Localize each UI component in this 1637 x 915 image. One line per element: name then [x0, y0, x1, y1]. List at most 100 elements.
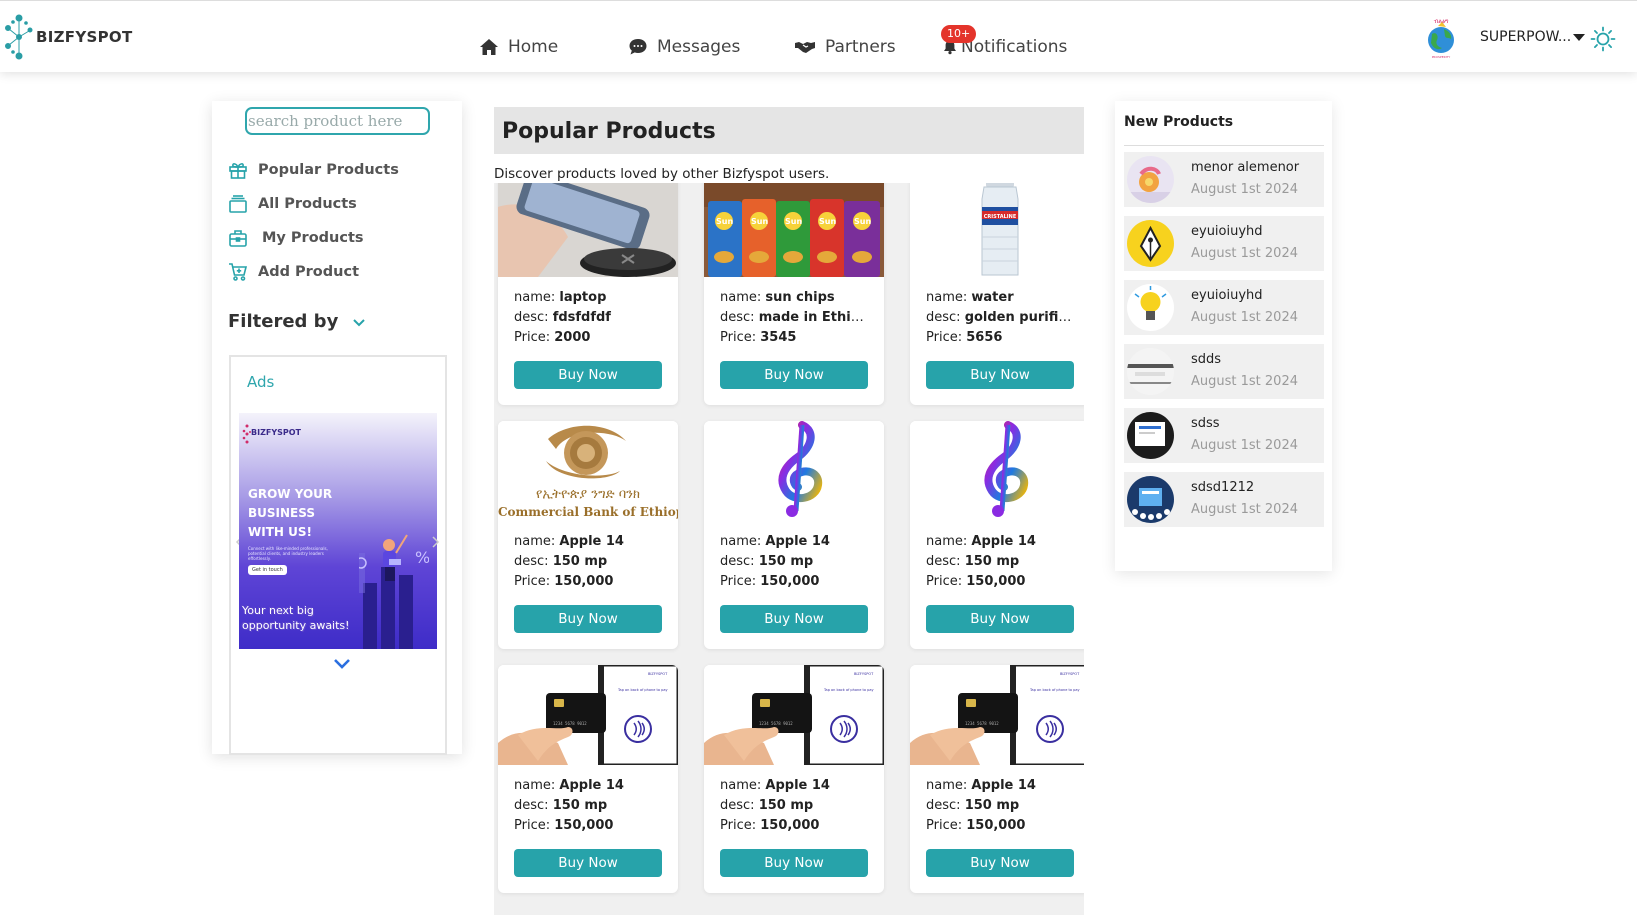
ad-cta-button[interactable]: Get in touch: [248, 565, 287, 575]
new-product-date: August 1st 2024: [1191, 182, 1298, 197]
product-desc: desc: 150 mp: [720, 798, 870, 813]
new-product-item[interactable]: eyuioiuyhd August 1st 2024: [1124, 280, 1324, 335]
product-price: Price: 2000: [514, 330, 664, 345]
product-price-value: 150,000: [554, 818, 614, 833]
product-name: name: Apple 14: [926, 534, 1076, 549]
product-image[interactable]: የኢትዮጵያ ንግድ ባንክ Commercial Bank of Ethiopi…: [498, 421, 678, 521]
sun-theme-toggle-icon[interactable]: [1590, 26, 1616, 52]
buy-now-button[interactable]: Buy Now: [720, 849, 868, 877]
product-name-value: Apple 14: [765, 534, 830, 549]
nav-partners[interactable]: Partners: [794, 37, 896, 57]
buy-now-button[interactable]: Buy Now: [720, 361, 868, 389]
buy-now-button[interactable]: Buy Now: [926, 361, 1074, 389]
product-desc-value: 150 mp: [552, 554, 608, 569]
product-desc: desc: 150 mp: [926, 798, 1076, 813]
product-image[interactable]: BIZFYSPOT Tap on back of phone to pay 12…: [910, 665, 1084, 765]
product-image[interactable]: Sun Sun Sun Sun Sun: [704, 183, 884, 277]
buy-now-button[interactable]: Buy Now: [720, 605, 868, 633]
new-product-thumbnail: [1127, 476, 1174, 523]
nav-notifications-label: Notifications: [961, 37, 1068, 57]
product-desc-label: desc:: [514, 798, 553, 813]
product-card[interactable]: BIZFYSPOT Tap on back of phone to pay 12…: [498, 665, 678, 893]
svg-text:1234 5678 9012: 1234 5678 9012: [553, 721, 587, 726]
cbe-amharic-text: የኢትዮጵያ ንግድ ባንክ: [535, 487, 641, 502]
user-name[interactable]: SUPERPOW...: [1480, 29, 1571, 45]
product-search-input[interactable]: [245, 107, 430, 135]
product-card[interactable]: name: Apple 14 desc: 150 mp Price: 150,000…: [704, 421, 884, 649]
user-menu-caret-icon[interactable]: [1573, 34, 1585, 41]
new-product-item[interactable]: eyuioiuyhd August 1st 2024: [1124, 216, 1324, 271]
product-desc-label: desc:: [514, 554, 553, 569]
top-header: BIZFYSPOT Home Messages Partners Notific…: [0, 0, 1637, 72]
product-name-label: name:: [514, 290, 560, 305]
product-desc: desc: 150 mp: [720, 554, 870, 569]
svg-text:Sun: Sun: [819, 217, 836, 226]
product-card[interactable]: name: Apple 14 desc: 150 mp Price: 150,000…: [910, 421, 1084, 649]
product-image[interactable]: CRISTALINE: [910, 183, 1084, 277]
ad-banner[interactable]: BIZFYSPOT GROW YOUR BUSINESS WITH US! Co…: [239, 413, 437, 649]
product-card[interactable]: Sun Sun Sun Sun Sun name: sun chips desc: mad…: [704, 183, 884, 405]
handshake-icon: [795, 42, 815, 53]
product-image[interactable]: BIZFYSPOT Tap on back of phone to pay 12…: [498, 665, 678, 765]
product-image[interactable]: [498, 183, 678, 277]
buy-now-button[interactable]: Buy Now: [926, 605, 1074, 633]
buy-now-button[interactable]: Buy Now: [514, 605, 662, 633]
new-products-panel: New Products menor alemenor August 1st 20…: [1115, 101, 1332, 571]
product-name-label: name:: [514, 534, 560, 549]
product-desc: desc: made in Ethiopia: [720, 310, 870, 325]
product-card[interactable]: name: laptop desc: fdsfdfdf Price: 2000 Buy…: [498, 183, 678, 405]
menu-my-products[interactable]: My Products: [228, 228, 364, 248]
product-desc-label: desc:: [720, 554, 759, 569]
product-card[interactable]: CRISTALINE name: water desc: golden purif…: [910, 183, 1084, 405]
ads-next-chevron-down-icon[interactable]: [332, 654, 352, 674]
product-price-label: Price:: [720, 818, 761, 833]
buy-now-button[interactable]: Buy Now: [514, 361, 662, 389]
product-price-label: Price:: [514, 818, 555, 833]
page-title: Popular Products: [502, 119, 716, 144]
product-card[interactable]: BIZFYSPOT Tap on back of phone to pay 12…: [704, 665, 884, 893]
new-product-item[interactable]: sdss August 1st 2024: [1124, 408, 1324, 463]
new-product-date: August 1st 2024: [1191, 502, 1298, 517]
buy-now-button[interactable]: Buy Now: [926, 849, 1074, 877]
buy-now-button[interactable]: Buy Now: [514, 849, 662, 877]
product-name: name: water: [926, 290, 1076, 305]
svg-text:1234 5678 9012: 1234 5678 9012: [759, 721, 793, 726]
new-product-item[interactable]: sdsd1212 August 1st 2024: [1124, 472, 1324, 527]
new-product-date: August 1st 2024: [1191, 438, 1298, 453]
product-card[interactable]: BIZFYSPOT Tap on back of phone to pay 12…: [910, 665, 1084, 893]
product-image[interactable]: [910, 421, 1084, 521]
product-desc-value: 150 mp: [552, 798, 608, 813]
new-product-date: August 1st 2024: [1191, 246, 1298, 261]
new-product-name: sdds: [1191, 352, 1222, 367]
new-product-name: menor alemenor: [1191, 160, 1300, 175]
product-price-label: Price:: [720, 574, 761, 589]
new-product-item[interactable]: menor alemenor August 1st 2024: [1124, 152, 1324, 207]
new-product-item[interactable]: sdds August 1st 2024: [1124, 344, 1324, 399]
chevron-right-icon[interactable]: [431, 535, 441, 549]
user-avatar[interactable]: ብልፅግ PROSPERITY: [1424, 17, 1458, 59]
product-name-label: name:: [720, 778, 766, 793]
new-product-thumbnail: [1127, 156, 1174, 203]
product-card[interactable]: የኢትዮጵያ ንግድ ባንክ Commercial Bank of Ethiopi…: [498, 421, 678, 649]
gift-icon: [229, 163, 247, 179]
product-price: Price: 5656: [926, 330, 1076, 345]
brand-logo[interactable]: BIZFYSPOT: [4, 7, 132, 67]
product-price: Price: 150,000: [514, 818, 664, 833]
ads-box: Ads BIZFYSPOT GROW YOUR BUSINESS WITH US…: [229, 355, 447, 755]
menu-all-products[interactable]: All Products: [228, 194, 357, 214]
product-desc-value: 150 mp: [758, 798, 814, 813]
nav-home[interactable]: Home: [479, 37, 558, 57]
menu-popular-products-label: Popular Products: [258, 162, 399, 178]
nav-messages[interactable]: Messages: [628, 37, 740, 57]
svg-text:BIZFYSPOT: BIZFYSPOT: [854, 672, 874, 676]
product-name-value: laptop: [559, 290, 607, 305]
left-sidebar: Popular Products All Products My Product…: [212, 101, 462, 755]
menu-add-product[interactable]: Add Product: [228, 262, 359, 282]
ads-title: Ads: [247, 373, 275, 391]
product-name-value: Apple 14: [559, 778, 624, 793]
new-product-thumbnail: [1127, 412, 1174, 459]
product-image[interactable]: BIZFYSPOT Tap on back of phone to pay 12…: [704, 665, 884, 765]
filtered-by-toggle[interactable]: Filtered by: [228, 311, 366, 332]
product-image[interactable]: [704, 421, 884, 521]
menu-popular-products[interactable]: Popular Products: [228, 160, 399, 180]
